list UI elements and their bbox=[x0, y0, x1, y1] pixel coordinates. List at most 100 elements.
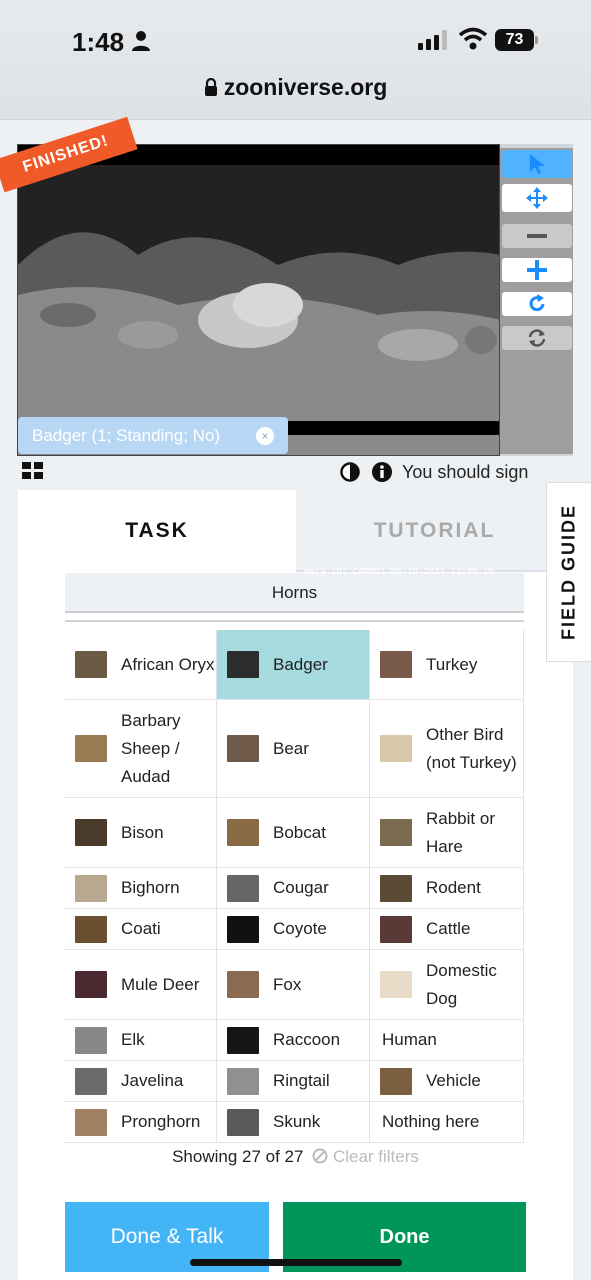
rotate-button[interactable] bbox=[502, 292, 572, 316]
species-choice[interactable]: Nothing here bbox=[370, 1102, 524, 1143]
species-thumbnail bbox=[75, 915, 107, 943]
species-choice[interactable]: Domestic Dog bbox=[370, 950, 524, 1020]
tab-tutorial[interactable]: TUTORIAL bbox=[296, 490, 573, 572]
species-thumbnail bbox=[75, 971, 107, 998]
species-choice[interactable]: Fox bbox=[217, 950, 370, 1020]
species-thumbnail bbox=[75, 874, 107, 902]
species-choice-label: Fox bbox=[273, 974, 302, 994]
address-bar[interactable]: zooniverse.org bbox=[0, 74, 591, 101]
species-thumbnail bbox=[75, 819, 107, 846]
species-choice-label: Bear bbox=[273, 738, 309, 758]
species-choice[interactable]: Other Bird (not Turkey) bbox=[370, 700, 524, 798]
reset-view-button[interactable] bbox=[502, 326, 572, 350]
signin-prompt[interactable]: You should sign bbox=[402, 462, 552, 483]
species-choice[interactable]: Bighorn bbox=[65, 868, 217, 909]
species-choice[interactable]: Cougar bbox=[217, 868, 370, 909]
species-choice[interactable]: Bobcat bbox=[217, 798, 370, 868]
tab-task[interactable]: TASK bbox=[18, 490, 296, 572]
annotation-pill[interactable]: Badger (1; Standing; No) × bbox=[18, 417, 288, 454]
species-choice[interactable]: Cattle bbox=[370, 909, 524, 950]
species-choice-label: Rodent bbox=[426, 878, 481, 897]
species-choice-label: Pronghorn bbox=[121, 1112, 201, 1131]
camera-metadata: mera ID: CAM001 06-10-2024 22:40:16 bbox=[304, 567, 494, 577]
species-thumbnail bbox=[227, 651, 259, 678]
species-choice[interactable]: Javelina bbox=[65, 1061, 217, 1102]
species-thumbnail bbox=[380, 651, 412, 678]
species-thumbnail bbox=[227, 819, 259, 846]
species-choice-label: Ringtail bbox=[273, 1071, 330, 1090]
species-choice[interactable]: Barbary Sheep / Audad bbox=[65, 700, 217, 798]
species-thumbnail bbox=[75, 1026, 107, 1054]
battery-level: 73 bbox=[495, 29, 534, 51]
species-choice[interactable]: Pronghorn bbox=[65, 1102, 217, 1143]
results-summary: Showing 27 of 27 Clear filters bbox=[0, 1147, 591, 1167]
status-time: 1:48 bbox=[72, 27, 125, 57]
species-choice[interactable]: Bear bbox=[217, 700, 370, 798]
species-thumbnail bbox=[380, 874, 412, 902]
species-thumbnail bbox=[227, 874, 259, 902]
wifi-icon bbox=[458, 27, 488, 50]
species-choice-label: Vehicle bbox=[426, 1071, 481, 1090]
battery-cap bbox=[535, 36, 538, 44]
home-indicator bbox=[190, 1259, 402, 1266]
filter-horns[interactable]: Horns bbox=[65, 573, 524, 613]
species-thumbnail bbox=[227, 1026, 259, 1054]
species-choice-label: Coyote bbox=[273, 919, 327, 938]
pointer-tool-button[interactable] bbox=[502, 150, 572, 178]
species-choice[interactable]: Vehicle bbox=[370, 1061, 524, 1102]
species-choice[interactable]: Coati bbox=[65, 909, 217, 950]
species-choice-label: Nothing here bbox=[382, 1112, 480, 1131]
info-icon[interactable] bbox=[371, 461, 393, 483]
species-choice[interactable]: Skunk bbox=[217, 1102, 370, 1143]
species-choice[interactable]: Raccoon bbox=[217, 1020, 370, 1061]
species-thumbnail bbox=[75, 651, 107, 678]
species-choice[interactable]: Turkey bbox=[370, 630, 524, 700]
species-choice-label: Javelina bbox=[121, 1071, 184, 1090]
species-choice-label: Barbary Sheep / Audad bbox=[121, 710, 181, 786]
move-tool-button[interactable] bbox=[502, 184, 572, 212]
species-choice-label: Human bbox=[382, 1030, 437, 1049]
field-guide-tab[interactable]: FIELD GUIDE bbox=[546, 482, 591, 662]
contrast-icon[interactable] bbox=[340, 462, 360, 482]
species-choice[interactable]: Human bbox=[370, 1020, 524, 1061]
species-thumbnail bbox=[227, 1108, 259, 1136]
clear-filters-label: Clear filters bbox=[332, 1147, 419, 1166]
species-choice-label: Raccoon bbox=[273, 1030, 341, 1049]
annotation-close-icon[interactable]: × bbox=[256, 427, 274, 445]
species-choice-label: Elk bbox=[121, 1030, 145, 1049]
zoom-in-button[interactable] bbox=[502, 258, 572, 282]
night-scene-image bbox=[18, 145, 499, 455]
species-choice[interactable]: Coyote bbox=[217, 909, 370, 950]
species-choice[interactable]: Elk bbox=[65, 1020, 217, 1061]
species-choice-label: Rabbit or Hare bbox=[426, 808, 495, 856]
plus-icon bbox=[527, 260, 547, 280]
species-thumbnail bbox=[227, 735, 259, 762]
camera-trap-image[interactable] bbox=[17, 144, 500, 456]
species-choice-label: Turkey bbox=[426, 654, 478, 674]
rotate-icon bbox=[529, 294, 545, 312]
clear-filters-button[interactable]: Clear filters bbox=[312, 1147, 419, 1166]
species-choice[interactable]: Rodent bbox=[370, 868, 524, 909]
species-choice-label: Other Bird (not Turkey) bbox=[426, 724, 517, 772]
species-choice[interactable]: Mule Deer bbox=[65, 950, 217, 1020]
species-thumbnail bbox=[380, 915, 412, 943]
species-choice-label: Bobcat bbox=[273, 822, 326, 842]
species-choice[interactable]: Badger bbox=[217, 630, 370, 700]
species-choice-label: Cougar bbox=[273, 878, 329, 897]
species-thumbnail bbox=[380, 1067, 412, 1095]
showing-count: Showing 27 of 27 bbox=[172, 1147, 304, 1166]
species-thumbnail bbox=[75, 1067, 107, 1095]
cursor-arrow-icon bbox=[530, 154, 545, 174]
person-icon bbox=[132, 31, 150, 51]
battery-indicator: 73 bbox=[495, 29, 539, 51]
filter-divider bbox=[65, 613, 524, 622]
species-choice[interactable]: Ringtail bbox=[217, 1061, 370, 1102]
species-thumbnail bbox=[75, 1108, 107, 1136]
species-choice[interactable]: Rabbit or Hare bbox=[370, 798, 524, 868]
species-choice[interactable]: African Oryx bbox=[65, 630, 217, 700]
species-choice-label: Bighorn bbox=[121, 878, 180, 897]
zoom-out-button[interactable] bbox=[502, 224, 572, 248]
grid-view-icon[interactable] bbox=[22, 462, 44, 480]
url-text: zooniverse.org bbox=[223, 74, 388, 100]
species-choice[interactable]: Bison bbox=[65, 798, 217, 868]
